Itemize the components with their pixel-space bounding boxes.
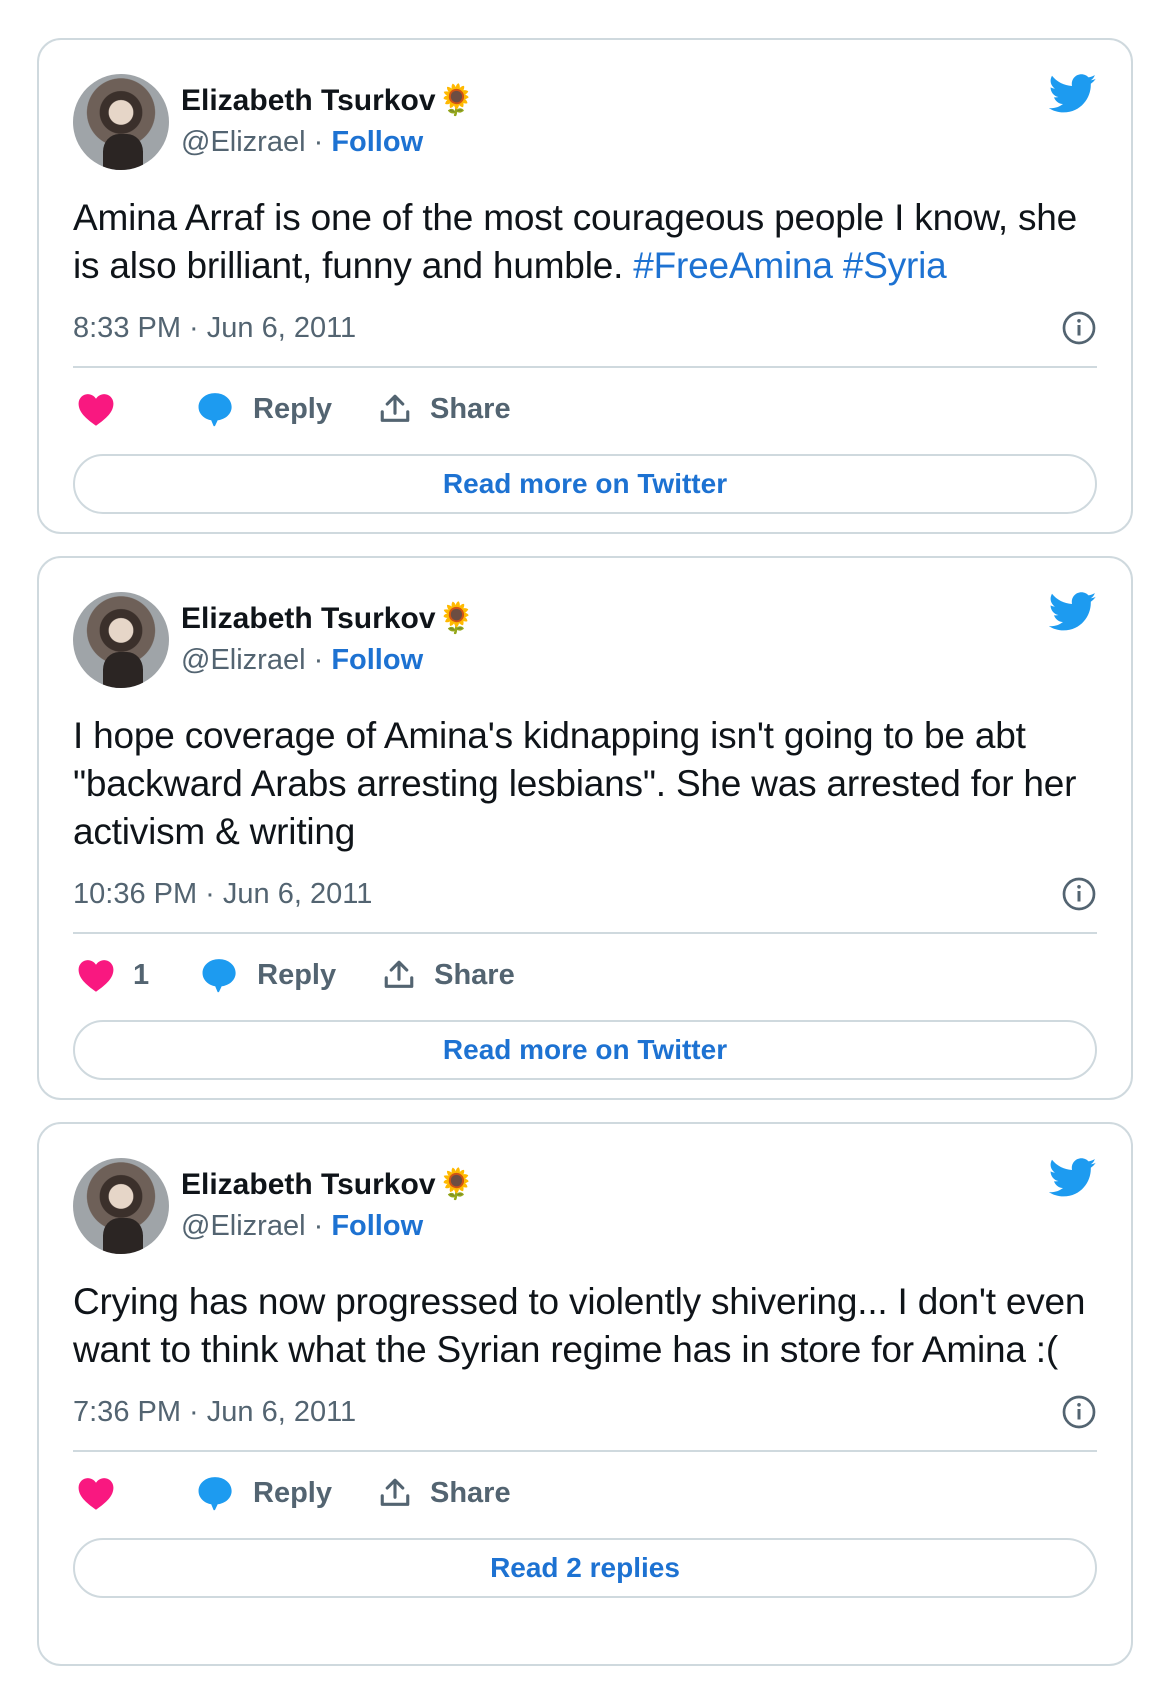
reply-button[interactable]: Reply <box>195 1474 332 1512</box>
author-info: Elizabeth Tsurkov 🌻 @Elizrael · Follow <box>181 82 475 162</box>
author-handle[interactable]: @Elizrael <box>181 644 306 676</box>
tweet-card: Elizabeth Tsurkov 🌻 @Elizrael · Follow A… <box>37 38 1133 534</box>
twitter-bird-icon[interactable] <box>1049 1158 1097 1198</box>
tweet-text: I hope coverage of Amina's kidnapping is… <box>73 715 1077 852</box>
action-bar: Reply Share <box>73 1452 1097 1534</box>
tweet-header: Elizabeth Tsurkov 🌻 @Elizrael · Follow <box>73 592 1097 688</box>
follow-link[interactable]: Follow <box>331 1210 423 1242</box>
tweet-header: Elizabeth Tsurkov 🌻 @Elizrael · Follow <box>73 1158 1097 1254</box>
author-info: Elizabeth Tsurkov 🌻 @Elizrael · Follow <box>181 600 475 680</box>
tweet-card: Elizabeth Tsurkov 🌻 @Elizrael · Follow I… <box>37 556 1133 1100</box>
tweet-header: Elizabeth Tsurkov 🌻 @Elizrael · Follow <box>73 74 1097 170</box>
author-name[interactable]: Elizabeth Tsurkov <box>181 82 436 120</box>
like-button[interactable]: 1 <box>77 957 149 993</box>
timestamp[interactable]: 10:36 PM · Jun 6, 2011 <box>73 878 372 911</box>
separator: · <box>305 1210 332 1242</box>
heart-icon <box>78 1478 114 1510</box>
like-button[interactable] <box>77 391 133 427</box>
avatar[interactable] <box>73 1158 169 1254</box>
share-label: Share <box>434 958 515 991</box>
reply-label: Reply <box>257 958 337 991</box>
avatar[interactable] <box>73 592 169 688</box>
share-upload-icon <box>380 1478 410 1506</box>
read-more-button[interactable]: Read more on Twitter <box>73 1020 1097 1080</box>
tweet-card: Elizabeth Tsurkov 🌻 @Elizrael · Follow C… <box>37 1122 1133 1666</box>
reply-label: Reply <box>253 392 332 425</box>
tweet-meta: 10:36 PM · Jun 6, 2011 <box>73 874 1097 914</box>
share-button[interactable]: Share <box>378 391 511 427</box>
like-button[interactable] <box>77 1475 133 1511</box>
share-button[interactable]: Share <box>382 957 515 993</box>
action-bar: Reply Share <box>73 368 1097 450</box>
reply-button[interactable]: Reply <box>199 956 336 994</box>
tweet-text: Crying has now progressed to violently s… <box>73 1281 1086 1370</box>
follow-link[interactable]: Follow <box>331 126 423 158</box>
author-handle[interactable]: @Elizrael <box>181 126 306 158</box>
reply-bubble-icon <box>202 959 236 993</box>
like-count: 1 <box>133 958 150 991</box>
share-label: Share <box>429 392 511 425</box>
info-icon[interactable] <box>1061 310 1097 346</box>
info-icon[interactable] <box>1061 1394 1097 1430</box>
action-bar: 1 Reply Share <box>73 934 1097 1016</box>
read-replies-button[interactable]: Read 2 replies <box>73 1538 1097 1598</box>
share-upload-icon <box>380 394 410 422</box>
timestamp[interactable]: 8:33 PM · Jun 6, 2011 <box>73 312 356 345</box>
twitter-bird-icon[interactable] <box>1049 74 1097 114</box>
reply-label: Reply <box>253 1476 332 1509</box>
heart-icon <box>78 394 114 426</box>
heart-icon <box>78 960 114 992</box>
sunflower-emoji: 🌻 <box>437 84 475 117</box>
hashtag-link[interactable]: #FreeAmina <box>633 245 833 286</box>
follow-link[interactable]: Follow <box>331 644 423 676</box>
reply-button[interactable]: Reply <box>195 390 332 428</box>
twitter-bird-icon[interactable] <box>1049 592 1097 632</box>
share-button[interactable]: Share <box>378 1475 511 1511</box>
share-label: Share <box>429 1476 511 1509</box>
author-handle[interactable]: @Elizrael <box>181 1210 306 1242</box>
info-icon[interactable] <box>1061 876 1097 912</box>
hashtag-link[interactable]: #Syria <box>843 245 947 286</box>
read-more-button[interactable]: Read more on Twitter <box>73 454 1097 514</box>
tweet-meta: 7:36 PM · Jun 6, 2011 <box>73 1392 1097 1432</box>
author-info: Elizabeth Tsurkov 🌻 @Elizrael · Follow <box>181 1166 475 1246</box>
separator: · <box>305 644 332 676</box>
avatar[interactable] <box>73 74 169 170</box>
timestamp[interactable]: 7:36 PM · Jun 6, 2011 <box>73 1396 356 1429</box>
share-upload-icon <box>384 960 414 988</box>
author-name[interactable]: Elizabeth Tsurkov <box>181 600 436 638</box>
sunflower-emoji: 🌻 <box>437 602 475 635</box>
tweet-meta: 8:33 PM · Jun 6, 2011 <box>73 308 1097 348</box>
reply-bubble-icon <box>198 1477 232 1511</box>
sunflower-emoji: 🌻 <box>437 1168 475 1201</box>
reply-bubble-icon <box>198 393 232 427</box>
author-name[interactable]: Elizabeth Tsurkov <box>181 1166 436 1204</box>
tweet-text: Amina Arraf is one of the most courageou… <box>73 194 1097 290</box>
separator: · <box>305 126 332 158</box>
